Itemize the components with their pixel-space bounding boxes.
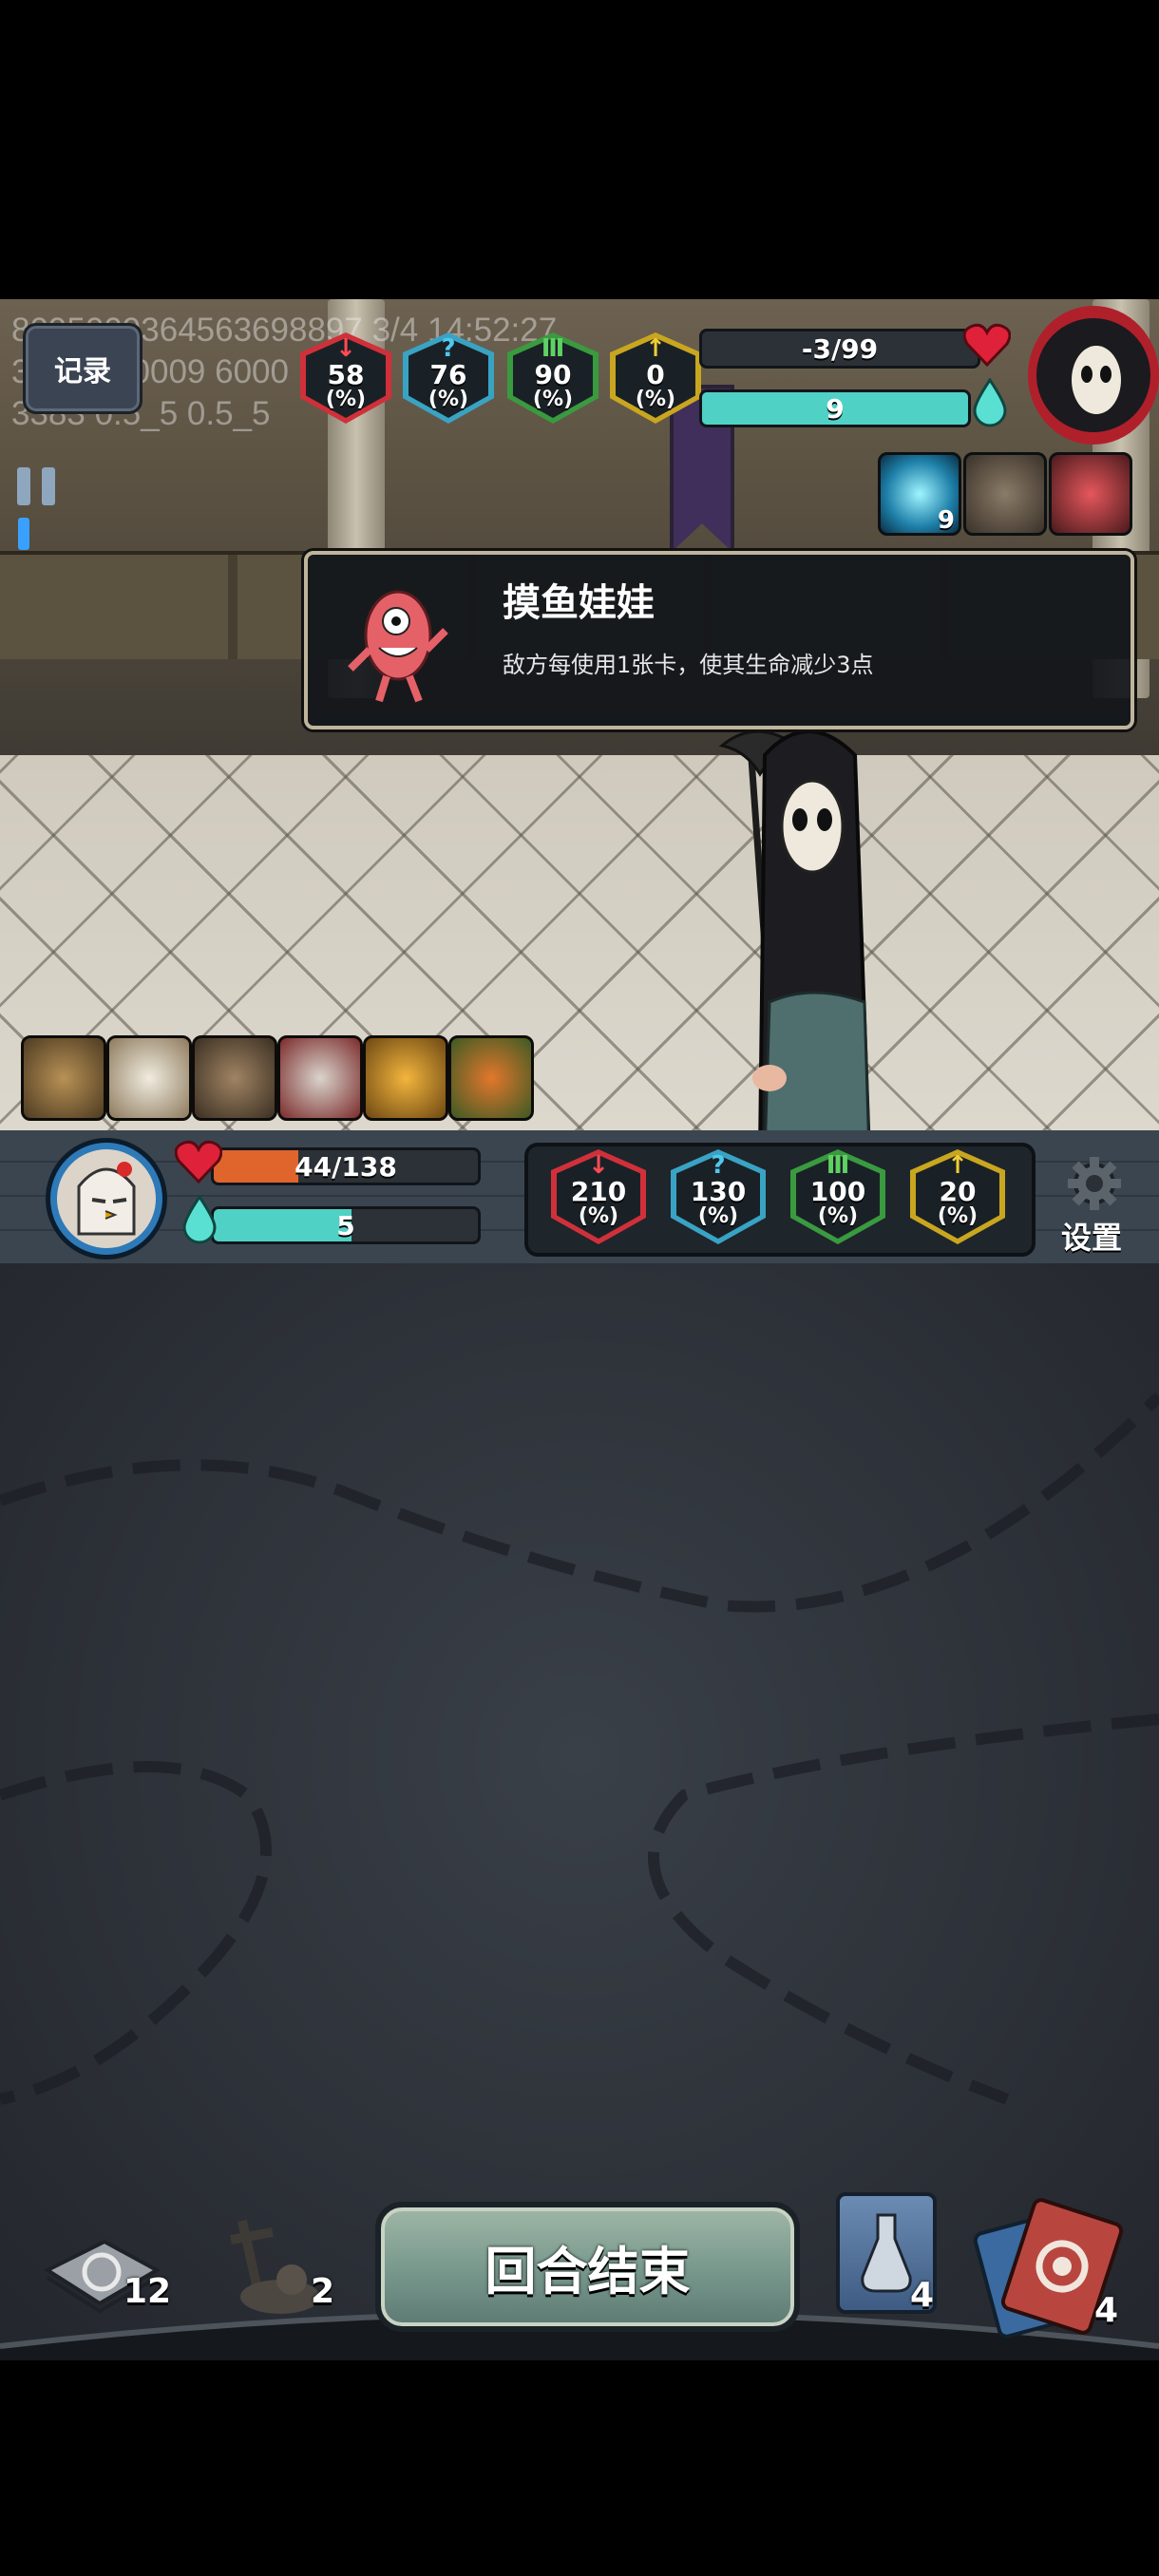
record-label: 记录 [54, 355, 111, 388]
gear-icon [1068, 1157, 1121, 1210]
grave-pile[interactable]: 2 [204, 2202, 347, 2325]
ice-cream-icon[interactable] [106, 1035, 192, 1121]
discard-pile[interactable]: 4 [971, 2195, 1146, 2340]
player-hp-bar: 44/138 [211, 1147, 481, 1185]
fish-doll-icon[interactable] [1049, 452, 1132, 536]
settings-label: 设置 [1060, 1220, 1122, 1256]
player-energy-bar: 5 [211, 1206, 481, 1244]
pause-icon[interactable] [17, 467, 59, 505]
player-hp-text: 44/138 [294, 1150, 397, 1183]
turn-indicator [18, 518, 29, 550]
enemy-stat-mystery: ? 76 (%) [403, 332, 494, 424]
buff-count: 9 [937, 506, 955, 535]
pocket-watch-icon[interactable] [21, 1035, 106, 1121]
spirit-mask-icon[interactable]: 9 [878, 452, 961, 536]
tooltip-description: 敌方每使用1张卡，使其生命减少3点 [503, 652, 874, 678]
broom-icon[interactable] [363, 1035, 448, 1121]
heart-icon [175, 1140, 222, 1184]
enemy-reaper-character [718, 729, 871, 1130]
flower-pot-icon[interactable] [448, 1035, 534, 1121]
map-trail-decoration [0, 1392, 1159, 2105]
enemy-portrait [1028, 306, 1159, 445]
card-hand-area [0, 1263, 1159, 2360]
fish-doll-icon [348, 590, 448, 703]
energy-drop-icon [182, 1195, 217, 1244]
discard-count: 4 [1094, 2291, 1119, 2330]
grave-cross-icon [230, 2219, 320, 2314]
enemy-stat-defense: Ⅲ 90 (%) [507, 332, 598, 424]
owl-doll-icon[interactable] [192, 1035, 277, 1121]
enemy-hp-text: -3/99 [801, 332, 879, 365]
draw-pile[interactable]: 12 [38, 2223, 171, 2327]
beast-skull-icon[interactable] [963, 452, 1047, 536]
energy-drop-icon [973, 378, 1007, 427]
player-stat-support: ↑ 20 (%) [910, 1149, 1005, 1244]
player-stat-defense: Ⅲ 100 (%) [790, 1149, 885, 1244]
player-stat-attack: ↓ 210 (%) [551, 1149, 646, 1244]
settings-button[interactable]: 设置 [1049, 1155, 1134, 1260]
enemy-hp-bar: -3/99 [699, 329, 980, 369]
potion-pile[interactable]: 4 [836, 2192, 950, 2325]
player-energy-text: 5 [336, 1209, 355, 1241]
end-turn-label: 回合结束 [484, 2242, 691, 2301]
enemy-energy-bar: 9 [699, 389, 971, 427]
potion-count: 4 [910, 2276, 935, 2315]
enemy-stat-attack: ↓ 58 (%) [300, 332, 391, 424]
end-turn-button[interactable]: 回合结束 [375, 2202, 800, 2332]
player-stat-mystery: ? 130 (%) [671, 1149, 766, 1244]
player-portrait [46, 1138, 167, 1260]
tooltip-title: 摸鱼娃娃 [503, 581, 655, 625]
buff-tooltip: 摸鱼娃娃 敌方每使用1张卡，使其生命减少3点 [304, 551, 1134, 729]
draw-pile-count: 12 [124, 2272, 172, 2311]
grave-pile-count: 2 [311, 2272, 335, 2311]
enemy-stat-support: ↑ 0 (%) [610, 332, 701, 424]
record-button[interactable]: 记录 [23, 323, 142, 414]
teacup-icon[interactable] [277, 1035, 363, 1121]
enemy-energy-text: 9 [826, 392, 845, 425]
heart-icon [963, 323, 1011, 367]
